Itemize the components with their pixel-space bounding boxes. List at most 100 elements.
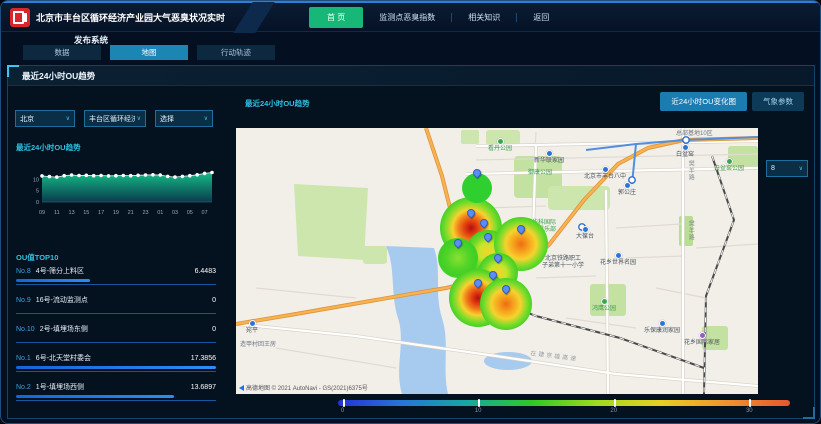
nav-item-back[interactable]: 返回 xyxy=(517,8,565,27)
mall-icon xyxy=(699,332,706,339)
map-label: 北京铁路职工 子弟第十一小学 xyxy=(542,256,584,270)
svg-text:21: 21 xyxy=(128,210,134,216)
map-label: 新华联家园 xyxy=(534,150,564,165)
colorbar-label: 10 xyxy=(475,408,482,414)
publish-tabs: 数据 地图 行动轨迹 xyxy=(23,45,275,60)
svg-text:09: 09 xyxy=(39,210,45,216)
ou-trend-chart: 0510091113151719212301030507 xyxy=(26,162,218,222)
metro-station-icon xyxy=(615,252,622,259)
map-label: 造甲村回王房 xyxy=(240,342,276,349)
svg-text:03: 03 xyxy=(172,210,178,216)
metro-station-icon xyxy=(624,182,631,189)
trend-panel: 最近24小时OU趋势 北京 ∨ 丰台区循环经济产 ∨ 选择 ∨ 最近24小时OU… xyxy=(7,65,815,419)
colorbar-tick xyxy=(343,399,345,407)
list-divider xyxy=(16,342,216,343)
filter-row: 北京 ∨ 丰台区循环经济产 ∨ 选择 ∨ xyxy=(15,110,213,127)
metro-station-icon xyxy=(682,144,689,151)
svg-text:0: 0 xyxy=(36,200,39,206)
top-list-title: OU值TOP10 xyxy=(16,252,58,263)
progress-bar xyxy=(16,395,174,398)
header-slash-decoration xyxy=(233,2,274,33)
list-divider xyxy=(16,371,216,372)
district-select[interactable]: 丰台区循环经济产 ∨ xyxy=(84,110,146,127)
hour-select[interactable]: 8 ∨ xyxy=(766,160,808,177)
svg-text:13: 13 xyxy=(69,210,75,216)
amap-attribution: 高德地图 © 2021 AutoNavi - GS(2021)6375号 xyxy=(239,383,368,392)
svg-text:07: 07 xyxy=(202,210,208,216)
tab-data[interactable]: 数据 xyxy=(23,45,101,60)
progress-bar xyxy=(16,366,216,369)
map-section-label: 最近24小时OU趋势 xyxy=(245,98,310,109)
map-canvas[interactable]: 看丹公园总部基地10区新华联家园御康公园北京市丰台八中白盆窑白盆窑公园郭公庄樊羊… xyxy=(236,128,758,394)
main-nav: 首 页 监测点恶臭指数 相关知识 返回 xyxy=(309,7,565,28)
colorbar-tick xyxy=(749,399,751,407)
amap-logo-icon xyxy=(239,385,244,391)
tab-track[interactable]: 行动轨迹 xyxy=(197,45,275,60)
panel-title: 最近24小时OU趋势 xyxy=(8,66,814,86)
site-select[interactable]: 选择 ∨ xyxy=(155,110,213,127)
map-label: 宛平 xyxy=(246,320,258,335)
top-bar: 北京市丰台区循环经济产业园大气恶臭状况实时 首 页 监测点恶臭指数 相关知识 返… xyxy=(1,1,820,32)
svg-text:5: 5 xyxy=(36,189,39,195)
svg-text:10: 10 xyxy=(33,177,39,183)
metro-station-icon xyxy=(249,320,256,327)
metro-station-icon xyxy=(546,150,553,157)
metro-station-icon xyxy=(582,226,589,233)
progress-bar xyxy=(16,279,90,282)
park-icon xyxy=(497,138,504,145)
map-label: 御康公园 xyxy=(528,170,552,177)
map-label: 大葆台 xyxy=(576,226,594,241)
chevron-down-icon: ∨ xyxy=(799,165,803,172)
dashboard-screen: 北京市丰台区循环经济产业园大气恶臭状况实时 首 页 监测点恶臭指数 相关知识 返… xyxy=(0,0,821,424)
list-divider xyxy=(16,313,216,314)
colorbar-label: 0 xyxy=(341,408,344,414)
weather-params-button[interactable]: 气象参数 xyxy=(752,92,804,111)
map-label: 樊羊路 xyxy=(686,220,693,241)
map-label: 鸿鹰公园 xyxy=(592,298,616,313)
colorbar-tick xyxy=(478,399,480,407)
svg-text:01: 01 xyxy=(157,210,163,216)
list-item: No.21号-填埋场西侧13.6897 xyxy=(16,382,216,411)
map-label: 白盆窑公园 xyxy=(714,158,744,173)
colorbar-label: 20 xyxy=(610,408,617,414)
svg-text:23: 23 xyxy=(142,210,148,216)
map-label: 乐保康润家园 xyxy=(644,320,680,335)
ou-top-list: No.84号-筛分上料区6.4483 No.916号-流动监测点0 No.102… xyxy=(16,266,216,411)
map-label: 北京市丰台八中 xyxy=(584,166,626,181)
trend-chart-label: 最近24小时OU趋势 xyxy=(16,142,81,153)
app-logo-icon xyxy=(10,8,30,27)
nav-item-odor-index[interactable]: 监测点恶臭指数 xyxy=(363,8,451,27)
map-label: 郭公庄 xyxy=(618,182,636,197)
chevron-down-icon: ∨ xyxy=(66,115,70,122)
nav-item-home[interactable]: 首 页 xyxy=(309,7,363,28)
heat-colorbar: 0 10 20 30 xyxy=(338,400,790,418)
metro-station-icon xyxy=(602,166,609,173)
map-label: 花乡国际家居 xyxy=(684,332,720,347)
map-buttons: 近24小时OU变化图 气象参数 xyxy=(660,92,804,111)
svg-text:05: 05 xyxy=(187,210,193,216)
map-label: 樊羊路 xyxy=(686,160,693,181)
svg-text:11: 11 xyxy=(54,210,60,216)
metro-station-icon xyxy=(659,320,666,327)
list-item: No.84号-筛分上料区6.4483 xyxy=(16,266,216,295)
svg-text:15: 15 xyxy=(83,210,89,216)
colorbar-label: 30 xyxy=(746,408,753,414)
map-label: 白盆窑 xyxy=(676,144,694,159)
park-icon xyxy=(601,298,608,305)
chevron-down-icon: ∨ xyxy=(137,115,141,122)
map-label: 看丹公园 xyxy=(488,138,512,153)
city-select[interactable]: 北京 ∨ xyxy=(15,110,75,127)
list-item: No.16号-北天堂村委会17.3856 xyxy=(16,353,216,382)
ou-change-chart-button[interactable]: 近24小时OU变化图 xyxy=(660,92,747,111)
map-label: 总部基地10区 xyxy=(676,131,713,138)
chevron-down-icon: ∨ xyxy=(204,115,208,122)
map-label: 花乡世界名园 xyxy=(600,252,636,267)
nav-item-knowledge[interactable]: 相关知识 xyxy=(452,8,516,27)
svg-text:17: 17 xyxy=(98,210,104,216)
tab-map[interactable]: 地图 xyxy=(110,45,188,60)
list-item: No.916号-流动监测点0 xyxy=(16,295,216,324)
park-icon xyxy=(726,158,733,165)
list-item: No.102号-填埋场东侧0 xyxy=(16,324,216,353)
list-divider xyxy=(16,284,216,285)
heatmap-layer xyxy=(236,128,758,394)
